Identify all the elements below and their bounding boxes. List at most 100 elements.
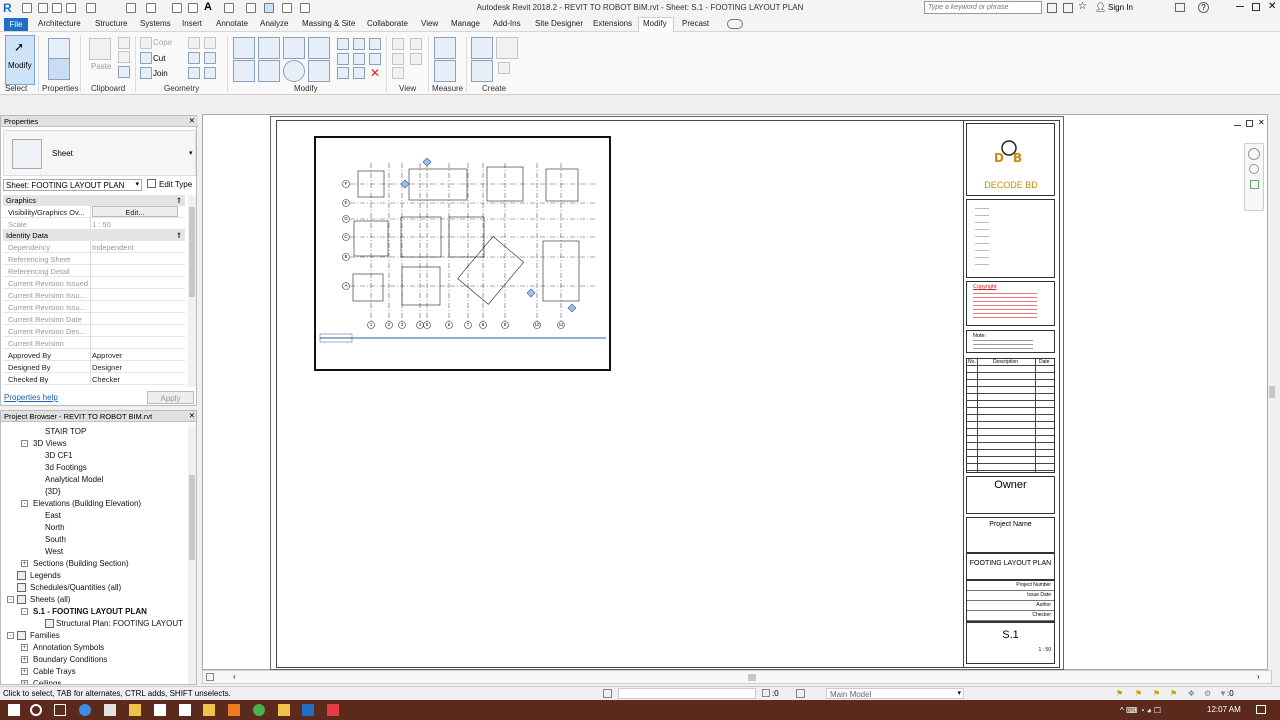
- task-view-icon[interactable]: [54, 704, 66, 716]
- revit-taskbar-icon[interactable]: [302, 704, 314, 716]
- restore-icon[interactable]: [1252, 3, 1260, 11]
- property-row[interactable]: Checked By Checker: [3, 373, 185, 385]
- browser-item[interactable]: Sheets (all): [30, 595, 70, 604]
- tab-view[interactable]: View: [421, 19, 438, 28]
- folder-icon[interactable]: [203, 704, 215, 716]
- windows-start-icon[interactable]: [8, 704, 20, 716]
- geometry-tool-4-icon[interactable]: [204, 52, 216, 64]
- create-group-icon[interactable]: [471, 60, 493, 82]
- sign-in-link[interactable]: Sign In: [1108, 3, 1133, 12]
- browser-item[interactable]: Elevations (Building Elevation): [33, 499, 141, 508]
- steering-wheel-icon[interactable]: [1248, 148, 1260, 160]
- section-identity-data[interactable]: Identity Data ⇑: [3, 230, 185, 241]
- delete-icon[interactable]: ✕: [370, 66, 380, 80]
- instance-selector[interactable]: Sheet: FOOTING LAYOUT PLAN ▾: [3, 179, 142, 191]
- system-tray[interactable]: ^ ⌨ ◔ ◕ ☐: [1120, 706, 1204, 715]
- collapse-node-icon[interactable]: -: [7, 632, 14, 639]
- join-label[interactable]: Join: [153, 69, 168, 78]
- browser-item[interactable]: Ceilings: [33, 679, 61, 684]
- collapse-node-icon[interactable]: -: [21, 500, 28, 507]
- property-row[interactable]: Current Revision Issued: [3, 277, 185, 289]
- geometry-tool-3-icon[interactable]: [188, 52, 200, 64]
- expand-node-icon[interactable]: +: [21, 656, 28, 663]
- apply-button[interactable]: Apply: [147, 391, 194, 404]
- browser-item[interactable]: Families: [30, 631, 60, 640]
- mirror-axis-icon[interactable]: [283, 37, 305, 59]
- tab-modify[interactable]: Modify: [643, 19, 667, 28]
- create-similar-icon[interactable]: [498, 62, 510, 74]
- edge-icon[interactable]: [79, 704, 91, 716]
- measure-between-icon[interactable]: [434, 37, 456, 59]
- paste-icon[interactable]: [89, 38, 111, 60]
- app-red-icon[interactable]: [327, 704, 339, 716]
- ribbon-options-icon[interactable]: [727, 19, 743, 29]
- type-selector[interactable]: Sheet ▾: [3, 130, 196, 176]
- minimize-icon[interactable]: [1236, 6, 1244, 7]
- mirror-draw-icon[interactable]: [308, 37, 330, 59]
- view-scrollbar-v[interactable]: [1268, 114, 1276, 670]
- tab-massing-site[interactable]: Massing & Site: [302, 19, 355, 28]
- design-options-icon[interactable]: [796, 689, 805, 698]
- browser-item[interactable]: Annotation Symbols: [33, 643, 104, 652]
- background-process-icon[interactable]: ⚙︎: [1204, 689, 1211, 698]
- collapse-icon[interactable]: ⇑: [176, 196, 182, 205]
- align-icon[interactable]: [233, 37, 255, 59]
- browser-item[interactable]: {3D}: [45, 487, 61, 496]
- select-underlay-icon[interactable]: ⚑: [1135, 689, 1142, 698]
- type-properties-icon[interactable]: [48, 58, 70, 80]
- geometry-tool-2-icon[interactable]: [204, 37, 216, 49]
- cut-label[interactable]: Cut: [153, 54, 165, 63]
- join-icon[interactable]: [140, 67, 152, 79]
- move-icon[interactable]: [233, 60, 255, 82]
- tab-extensions[interactable]: Extensions: [593, 19, 632, 28]
- store-icon[interactable]: [104, 704, 116, 716]
- tab-manage[interactable]: Manage: [451, 19, 480, 28]
- scroll-left-icon[interactable]: ‹: [233, 672, 236, 681]
- select-by-face-icon[interactable]: ⚑: [1170, 689, 1177, 698]
- unpin-icon[interactable]: [369, 38, 381, 50]
- paste-label[interactable]: Paste: [91, 62, 111, 71]
- select-pinned-icon[interactable]: ⚑: [1153, 689, 1160, 698]
- property-row[interactable]: Scale 1 : 50: [3, 218, 185, 230]
- browser-item[interactable]: 3D Views: [33, 439, 67, 448]
- trim-extend-icon[interactable]: [308, 60, 330, 82]
- property-row[interactable]: Current Revision: [3, 337, 185, 349]
- tab-collaborate[interactable]: Collaborate: [367, 19, 408, 28]
- copy-elements-icon[interactable]: [258, 60, 280, 82]
- browser-item[interactable]: Structural Plan: FOOTING LAYOUT: [56, 619, 183, 628]
- browser-item[interactable]: Boundary Conditions: [33, 655, 107, 664]
- pin-icon[interactable]: [369, 53, 381, 65]
- expand-node-icon[interactable]: +: [21, 644, 28, 651]
- editable-only-icon[interactable]: [762, 689, 770, 697]
- notifications-icon[interactable]: [1256, 705, 1266, 714]
- scroll-right-icon[interactable]: ›: [1257, 672, 1260, 681]
- browser-item[interactable]: STAIR TOP: [45, 427, 86, 436]
- expand-node-icon[interactable]: +: [21, 668, 28, 675]
- cut-geometry-icon[interactable]: [140, 52, 152, 64]
- split-gap-icon[interactable]: [353, 38, 365, 50]
- tab-architecture[interactable]: Architecture: [38, 19, 81, 28]
- collapse-node-icon[interactable]: -: [21, 608, 28, 615]
- view-tool-4-icon[interactable]: [410, 53, 422, 65]
- section-graphics[interactable]: Graphics ⇑: [3, 195, 185, 206]
- view-tool-1-icon[interactable]: [392, 38, 404, 50]
- browser-item[interactable]: Sections (Building Section): [33, 559, 129, 568]
- view-restore-icon[interactable]: [1246, 120, 1253, 127]
- tab-site-designer[interactable]: Site Designer: [535, 19, 583, 28]
- tab-insert[interactable]: Insert: [182, 19, 202, 28]
- zoom-region-icon[interactable]: [1250, 180, 1259, 189]
- close-icon[interactable]: ✕: [1268, 1, 1276, 12]
- drag-elements-icon[interactable]: ✥: [1188, 689, 1195, 698]
- notepad-icon[interactable]: [154, 704, 166, 716]
- offset-icon[interactable]: [258, 37, 280, 59]
- view-control-bar[interactable]: ‹ ›: [202, 670, 1272, 684]
- create-assembly-icon[interactable]: [471, 37, 493, 59]
- footing-plan-viewport[interactable]: F E D C B A 1 2 3 4 5 6 7 8 9 10 11: [314, 136, 611, 371]
- property-value[interactable]: Edit...: [92, 206, 178, 217]
- select-links-icon[interactable]: ⚑: [1116, 689, 1123, 698]
- collapse-node-icon[interactable]: -: [21, 440, 28, 447]
- trim-multiple-icon[interactable]: [353, 67, 365, 79]
- cope-icon[interactable]: [140, 37, 152, 49]
- subscription-icon[interactable]: [1063, 3, 1073, 13]
- property-row[interactable]: Current Revision Issu...: [3, 289, 185, 301]
